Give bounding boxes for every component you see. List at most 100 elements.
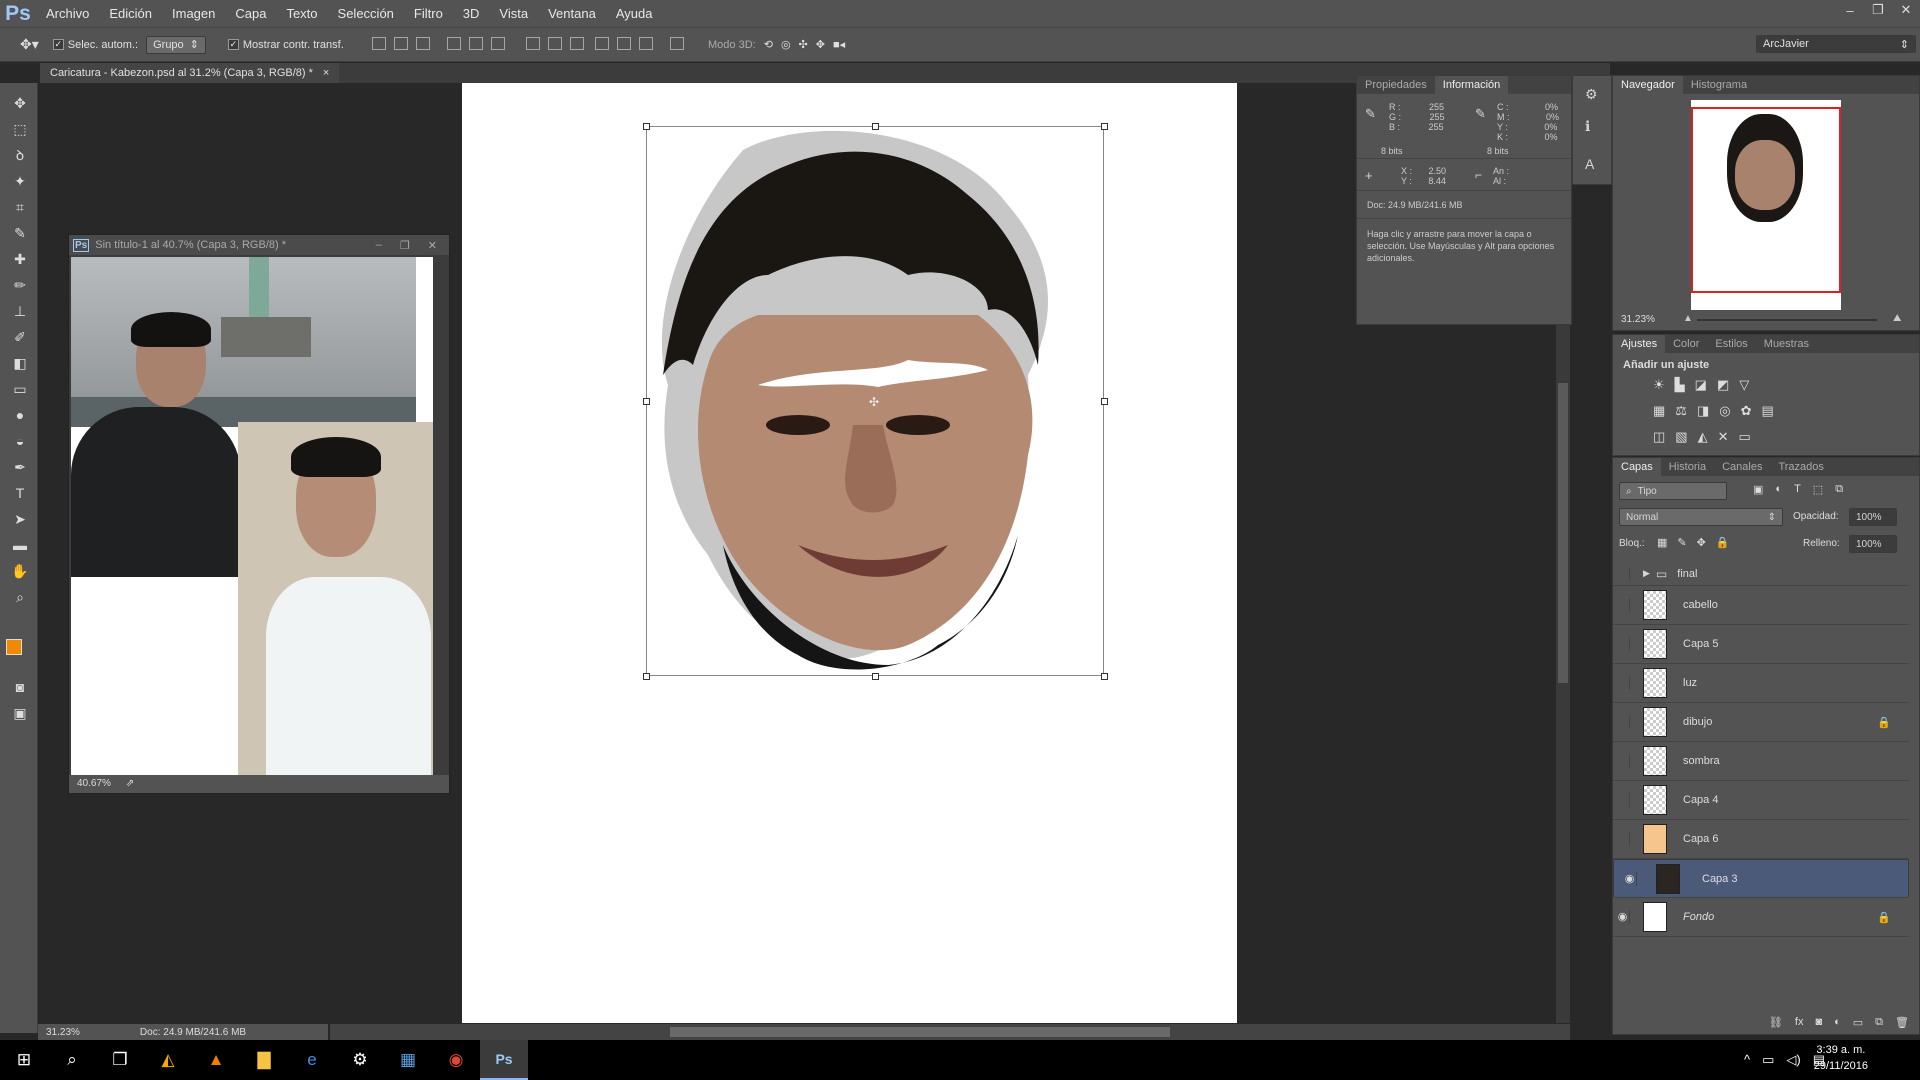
transform-handle-top-left[interactable] (643, 123, 650, 130)
align-vcenter-icon[interactable] (393, 36, 408, 50)
layer-row[interactable]: Capa 5 (1613, 625, 1909, 664)
fill-input[interactable]: 100% (1849, 535, 1897, 553)
color-balance-icon[interactable]: ⚖ (1675, 403, 1687, 419)
vibrance-icon[interactable]: ▽ (1739, 377, 1749, 393)
3d-scale-icon[interactable]: ■◂ (833, 38, 845, 51)
align-left-icon[interactable] (446, 36, 461, 50)
layer-row[interactable]: Capa 6 (1613, 820, 1909, 859)
move-tool-icon[interactable]: ✥ (9, 93, 31, 113)
gradient-map-icon[interactable]: ▭ (1739, 429, 1751, 445)
layer-row[interactable]: ◉ Capa 3 (1613, 859, 1909, 898)
chrome-icon[interactable]: ◉ (432, 1040, 480, 1080)
new-group-icon[interactable]: ▭ (1853, 1016, 1863, 1034)
vlc-icon[interactable]: ▲ (192, 1040, 240, 1080)
search-icon[interactable]: ⌕ (48, 1040, 96, 1080)
screen-mode-icon[interactable]: ▣ (9, 703, 31, 723)
align-bottom-icon[interactable] (415, 36, 430, 50)
new-adjustment-icon[interactable]: ◐ (1834, 1016, 1841, 1034)
history-brush-tool-icon[interactable]: ✐ (9, 327, 31, 347)
task-view-icon[interactable]: ❐ (96, 1040, 144, 1080)
transform-handle-right[interactable] (1101, 398, 1108, 405)
tab-informacion[interactable]: Información (1434, 76, 1509, 94)
eye-icon[interactable]: ◉ (1623, 871, 1637, 886)
restore-button[interactable]: ❐ (1864, 0, 1892, 20)
share-icon[interactable]: ⇗ (126, 778, 134, 789)
network-icon[interactable]: ▭ (1762, 1052, 1774, 1068)
close-button[interactable]: ✕ (1892, 0, 1920, 20)
group-expand-icon[interactable]: ▶ (1643, 568, 1650, 579)
transform-handle-left[interactable] (643, 398, 650, 405)
menu-edicion[interactable]: Edición (99, 0, 162, 27)
distribute-left-icon[interactable] (594, 36, 609, 50)
filter-adjustment-icon[interactable]: ◐ (1775, 483, 1782, 496)
navigator-zoom[interactable]: 31.23% (1621, 314, 1655, 325)
steam-icon[interactable]: ⚙ (336, 1040, 384, 1080)
float-restore-button[interactable]: ❐ (400, 239, 410, 252)
layer-row[interactable]: ◉ Fondo 🔒 (1613, 898, 1909, 937)
float-close-button[interactable]: ✕ (428, 239, 437, 252)
floating-window-titlebar[interactable]: Ps Sin título-1 al 40.7% (Capa 3, RGB/8)… (69, 235, 449, 255)
eye-icon[interactable]: ◉ (1616, 910, 1630, 924)
status-zoom[interactable]: 31.23% (46, 1027, 80, 1038)
align-top-icon[interactable] (371, 36, 386, 50)
windows-start-icon[interactable]: ⊞ (0, 1040, 48, 1080)
layer-row[interactable]: luz (1613, 664, 1909, 703)
transform-handle-bottom-left[interactable] (643, 673, 650, 680)
menu-seleccion[interactable]: Selección (328, 0, 404, 27)
menu-ayuda[interactable]: Ayuda (606, 0, 663, 27)
distribute-top-icon[interactable] (525, 36, 540, 50)
eyedropper-tool-icon[interactable]: ✎ (9, 223, 31, 243)
transform-handle-top-right[interactable] (1101, 123, 1108, 130)
blend-mode-dropdown[interactable]: Normal ⇕ (1619, 508, 1783, 526)
opacity-input[interactable]: 100% (1849, 508, 1897, 526)
transform-handle-bottom[interactable] (872, 673, 879, 680)
hand-tool-icon[interactable]: ✋ (9, 561, 31, 581)
lock-position-icon[interactable]: ✥ (1697, 536, 1706, 549)
show-transform-checkbox[interactable]: ✓ Mostrar contr. transf. (227, 39, 344, 51)
gradient-tool-icon[interactable]: ▭ (9, 379, 31, 399)
layer-row[interactable]: cabello (1613, 586, 1909, 625)
volume-icon[interactable]: ◁) (1786, 1052, 1800, 1068)
align-right-icon[interactable] (490, 36, 505, 50)
document-tab-close[interactable]: × (323, 63, 329, 83)
transform-bounding-box[interactable]: ✣ (643, 123, 1108, 680)
menu-3d[interactable]: 3D (453, 0, 490, 27)
properties-panel-icon[interactable]: ⚙ (1585, 86, 1598, 103)
color-lookup-icon[interactable]: ▤ (1762, 403, 1774, 419)
navigator-thumbnail[interactable] (1691, 100, 1841, 310)
filter-shape-icon[interactable]: ⬚ (1813, 483, 1823, 496)
zoom-tool-icon[interactable]: ⌕ (9, 587, 31, 607)
threshold-icon[interactable]: ◭ (1698, 429, 1708, 445)
tab-capas[interactable]: Capas (1613, 458, 1661, 476)
visibility-toggle[interactable] (1616, 566, 1630, 581)
dodge-tool-icon[interactable]: ◒ (9, 431, 31, 451)
transform-handle-bottom-right[interactable] (1101, 673, 1108, 680)
tab-navegador[interactable]: Navegador (1613, 76, 1683, 94)
visibility-toggle[interactable] (1616, 832, 1630, 846)
tab-canales[interactable]: Canales (1714, 458, 1770, 476)
visibility-toggle[interactable] (1616, 676, 1630, 690)
magic-wand-tool-icon[interactable]: ✦ (9, 171, 31, 191)
new-layer-icon[interactable]: ⧉ (1875, 1016, 1883, 1034)
curves-icon[interactable]: ◪ (1695, 377, 1707, 393)
menu-archivo[interactable]: Archivo (36, 0, 99, 27)
minimize-button[interactable]: – (1836, 0, 1864, 20)
app-icon[interactable]: ▦ (384, 1040, 432, 1080)
distribute-bottom-icon[interactable] (569, 36, 584, 50)
type-tool-icon[interactable]: T (9, 483, 31, 503)
transform-handle-top[interactable] (872, 123, 879, 130)
horizontal-scrollbar-thumb[interactable] (670, 1027, 1170, 1037)
selective-color-icon[interactable]: ✕ (1718, 429, 1729, 445)
distribute-hcenter-icon[interactable] (616, 36, 631, 50)
tab-histograma[interactable]: Histograma (1683, 76, 1755, 94)
tab-estilos[interactable]: Estilos (1707, 335, 1755, 353)
tray-chevron-icon[interactable]: ^ (1744, 1052, 1750, 1068)
tab-muestras[interactable]: Muestras (1756, 335, 1817, 353)
marquee-tool-icon[interactable]: ⬚ (9, 119, 31, 139)
zoom-out-icon[interactable]: ▲ (1683, 313, 1693, 324)
3d-pan-icon[interactable]: ✣ (799, 38, 808, 51)
align-hcenter-icon[interactable] (468, 36, 483, 50)
filter-type-icon[interactable]: T (1794, 483, 1801, 496)
invert-icon[interactable]: ◫ (1653, 429, 1665, 445)
floating-zoom-value[interactable]: 40.67% (77, 778, 111, 789)
